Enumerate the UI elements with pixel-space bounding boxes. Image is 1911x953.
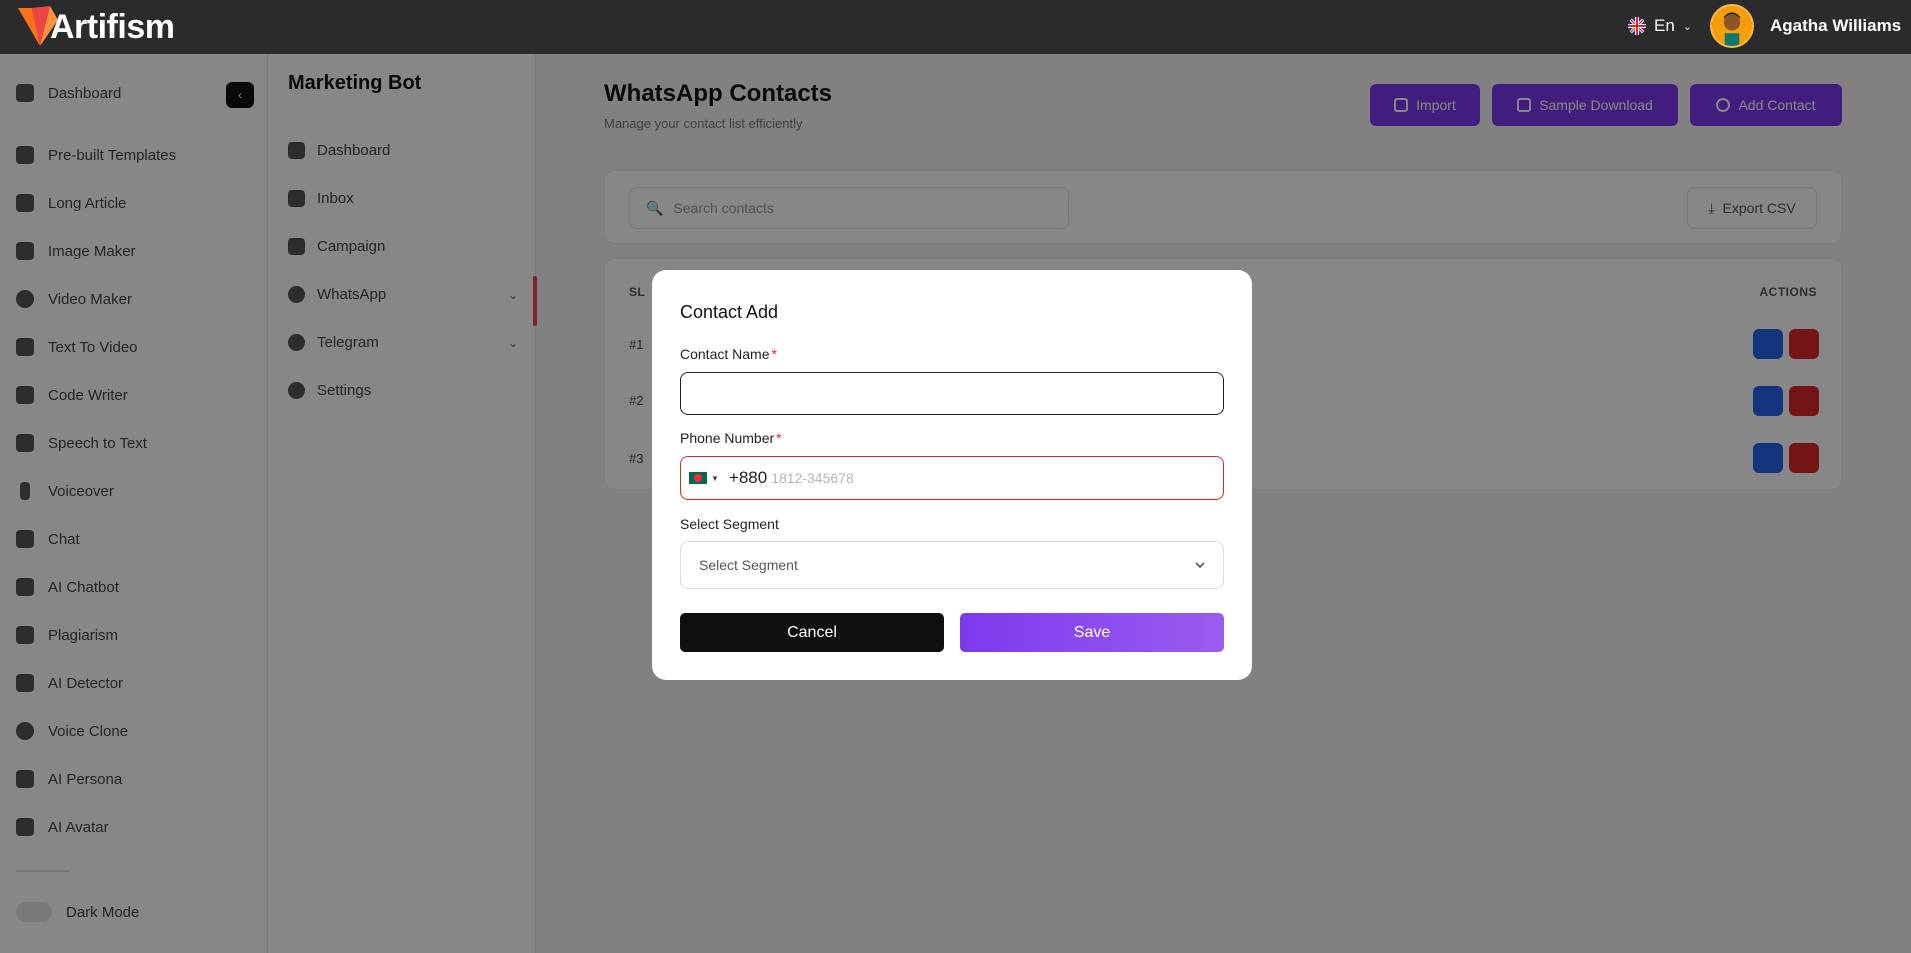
language-label: En [1654,16,1675,35]
save-button[interactable]: Save [960,613,1224,652]
phone-number-label: Phone Number * [680,430,782,446]
bangladesh-flag-icon [689,472,707,484]
segment-label: Select Segment [680,516,779,532]
dial-code: +880 [728,468,768,487]
caret-down-icon: ▼ [711,473,719,483]
brand-name: Artifism [50,7,175,46]
segment-select[interactable]: Select Segment [680,541,1224,589]
uk-flag-icon [1628,17,1646,35]
language-selector[interactable]: En ⌄ [1628,16,1692,36]
contact-name-label-text: Contact Name [680,346,770,362]
phone-input[interactable] [771,470,1172,486]
chevron-down-icon: ⌄ [1682,20,1693,33]
country-code-select[interactable]: ▼ [681,472,719,484]
contact-name-label: Contact Name * [680,346,777,362]
modal-title: Contact Add [680,302,779,322]
brand-logo[interactable]: Artifism [18,6,175,48]
top-bar: Artifism En ⌄ Agatha Williams [0,0,1911,54]
phone-number-label-text: Phone Number [680,430,775,446]
contact-name-field[interactable] [680,372,1224,415]
segment-selected-value: Select Segment [699,557,798,573]
required-mark: * [771,346,777,362]
avatar[interactable] [1710,4,1754,48]
cancel-button[interactable]: Cancel [680,613,944,652]
contact-add-modal: Contact Add Contact Name * Phone Number * … [652,270,1252,680]
user-name[interactable]: Agatha Williams [1770,16,1901,36]
phone-number-field: ▼ +880 [680,456,1224,500]
required-mark: * [776,430,782,446]
chevron-down-icon [1195,562,1205,569]
